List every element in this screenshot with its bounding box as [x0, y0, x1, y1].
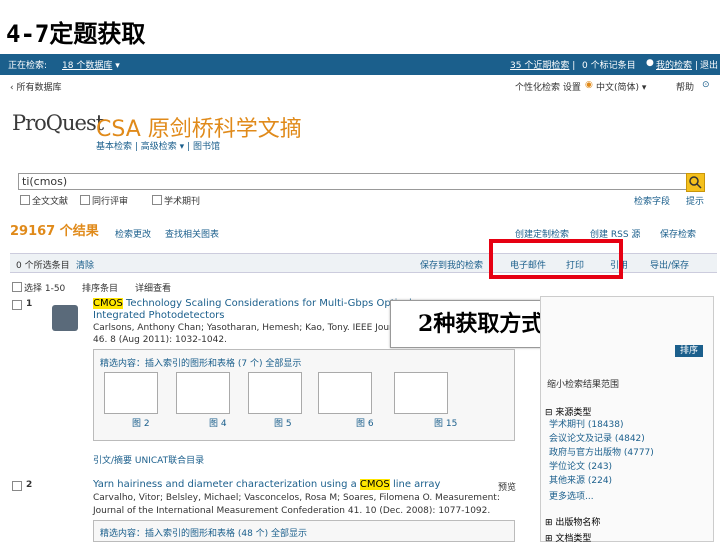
- peer-reviewed-option[interactable]: 同行评审: [80, 194, 128, 207]
- top-bar: 正在检索: 18 个数据库 ▾ 35 个近期检索 | 0 个标记条目 ● 我的检…: [0, 54, 720, 75]
- detail-view-link[interactable]: 详细查看: [135, 281, 171, 294]
- publication-title-heading[interactable]: ⊞ 出版物名称: [545, 515, 600, 528]
- result-2-authors: Carvalho, Vitor; Belsley, Michael; Vasco…: [93, 493, 500, 503]
- figure-label[interactable]: 图 6: [356, 416, 374, 429]
- facet-other-sources[interactable]: 其他来源 (224): [549, 473, 612, 486]
- figure-label[interactable]: 图 2: [132, 416, 150, 429]
- globe-icon: ◉: [585, 80, 593, 90]
- figures-panel: 精选内容：插入索引的图形和表格 (7 个) 全部显示 图 2 图 4 图 5 图…: [93, 349, 515, 441]
- recent-searches-link[interactable]: 35 个近期检索 |: [510, 58, 575, 71]
- facet-dissertations[interactable]: 学位论文 (243): [549, 459, 612, 472]
- proquest-logo: ProQuest: [12, 111, 104, 135]
- narrow-header: 缩小检索结果范围: [547, 380, 620, 390]
- figure-label[interactable]: 图 15: [434, 416, 457, 429]
- figures-header[interactable]: 精选内容：插入索引的图形和表格 (7 个) 全部显示: [100, 356, 301, 369]
- basic-search-link[interactable]: 基本检索: [96, 142, 132, 152]
- result-2-figures-header[interactable]: 精选内容：插入索引的图形和表格 (48 个) 全部显示: [100, 526, 307, 539]
- sort-items-link[interactable]: 排序条目: [82, 281, 118, 294]
- result-1-title-line2[interactable]: Integrated Photodetectors: [93, 310, 225, 321]
- result-1-authors: Carlsons, Anthony Chan; Yasotharan, Heme…: [93, 323, 407, 333]
- preferences-link[interactable]: 个性化检索 设置: [515, 80, 581, 93]
- result-2-figures-panel: 精选内容：插入索引的图形和表格 (48 个) 全部显示: [93, 520, 515, 542]
- highlight-box: [489, 239, 623, 279]
- related-figures-link[interactable]: 查找相关图表: [165, 227, 219, 240]
- facet-scholarly-journals[interactable]: 学术期刊 (18438): [549, 417, 624, 430]
- tips-link[interactable]: 提示: [686, 194, 704, 207]
- result-1-title[interactable]: CMOS Technology Scaling Considerations f…: [93, 298, 412, 309]
- figure-thumbnail[interactable]: [176, 372, 230, 414]
- result-1-number: 1: [26, 299, 33, 309]
- figure-label[interactable]: 图 5: [274, 416, 292, 429]
- abstract-link[interactable]: 引文/摘要 UNICAT联合目录: [93, 453, 204, 466]
- search-input[interactable]: ti(cmos): [18, 173, 688, 190]
- language-select[interactable]: 中文(简体) ▾: [596, 80, 646, 93]
- full-text-option[interactable]: 全文文献: [20, 194, 68, 207]
- search-icon: [689, 176, 702, 189]
- facet-government-publications[interactable]: 政府与官方出版物 (4777): [549, 445, 654, 458]
- figure-thumbnail[interactable]: [104, 372, 158, 414]
- selected-items-label: 0 个所选条目: [16, 261, 70, 271]
- database-count-link[interactable]: 18 个数据库 ▾: [62, 58, 120, 71]
- sub-navigation: 基本检索 | 高级检索 ▾ | 图书馆: [96, 142, 220, 152]
- logout-link[interactable]: 退出: [700, 58, 718, 71]
- sort-button[interactable]: 排序: [675, 345, 703, 357]
- search-button[interactable]: [686, 173, 705, 192]
- slide-title: 4-7定题获取: [6, 20, 146, 48]
- scholarly-journals-option[interactable]: 学术期刊: [152, 194, 200, 207]
- narrow-results-panel: 排序 缩小检索结果范围 ⊟ 来源类型 学术期刊 (18438) 会议论文及记录 …: [540, 296, 714, 544]
- all-databases-link[interactable]: ‹ 所有数据库: [10, 80, 61, 93]
- figure-thumbnail[interactable]: [248, 372, 302, 414]
- search-fields-link[interactable]: 检索字段: [634, 194, 670, 207]
- advanced-search-link[interactable]: 高级检索: [141, 142, 177, 152]
- result-2-number: 2: [26, 480, 33, 490]
- scholarly-journal-icon: [52, 305, 78, 331]
- facet-conference-papers[interactable]: 会议论文及记录 (4842): [549, 431, 645, 444]
- marked-items-link[interactable]: 0 个标记条目: [582, 58, 636, 71]
- result-count: 29167 个结果: [10, 224, 99, 239]
- document-type-heading[interactable]: ⊞ 文档类型: [545, 531, 591, 544]
- modify-search-link[interactable]: 检索更改: [115, 227, 151, 240]
- figure-label[interactable]: 图 4: [209, 416, 227, 429]
- chevron-down-icon: ⊙: [702, 80, 710, 90]
- save-to-research-button[interactable]: 保存到我的检索: [420, 258, 483, 271]
- result-2-title[interactable]: Yarn hairiness and diameter characteriza…: [93, 479, 440, 490]
- help-link[interactable]: 帮助: [676, 80, 694, 93]
- result-1-citation: 46. 8 (Aug 2011): 1032-1042.: [93, 335, 227, 345]
- more-options-link[interactable]: 更多选项...: [549, 489, 594, 502]
- preview-tag[interactable]: 预览: [498, 480, 516, 493]
- select-all-checkbox[interactable]: 选择 1-50: [12, 281, 65, 294]
- my-research-link[interactable]: 我的检索 |: [656, 58, 698, 71]
- result-2-citation: Journal of the International Measurement…: [93, 506, 491, 516]
- user-icon: ●: [646, 58, 654, 68]
- clear-link[interactable]: 清除: [76, 258, 94, 271]
- save-search-link[interactable]: 保存检索: [660, 227, 696, 240]
- figure-thumbnail[interactable]: [394, 372, 448, 414]
- library-link[interactable]: 图书馆: [193, 142, 220, 152]
- search-scope-label: 正在检索:: [8, 61, 48, 71]
- export-save-button[interactable]: 导出/保存: [650, 258, 689, 271]
- figure-thumbnail[interactable]: [318, 372, 372, 414]
